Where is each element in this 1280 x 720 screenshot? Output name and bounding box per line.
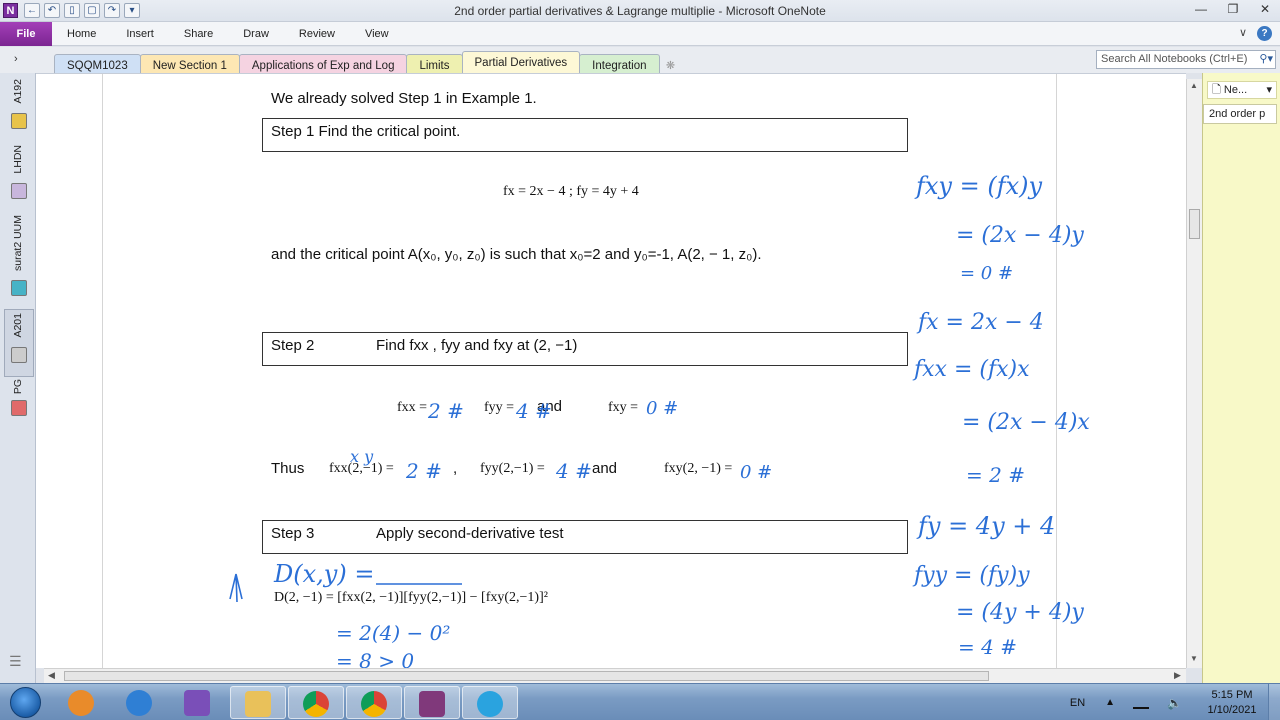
taskbar-media-player[interactable] (54, 686, 110, 719)
ink-thus-2: 2 # (405, 459, 442, 483)
close-icon[interactable]: ✕ (1258, 2, 1272, 16)
tab-view[interactable]: View (350, 22, 404, 46)
show-hidden-icons-icon[interactable]: ▲ (1105, 697, 1115, 708)
section-tab-bar: › SQQM1023 New Section 1 Applications of… (0, 47, 1280, 76)
taskbar-chrome[interactable] (288, 686, 344, 719)
horizontal-scroll-thumb[interactable] (64, 671, 989, 681)
notebook-label-a201[interactable]: A201 (12, 313, 26, 338)
ink-val-2: 2 # (427, 399, 464, 423)
ink-xy-note: x y (350, 447, 374, 466)
page-item[interactable]: 2nd order p (1203, 104, 1277, 124)
ink-calc-1: = 2(4) − 0² (336, 621, 450, 645)
clock[interactable]: 5:15 PM 1/10/2021 (1196, 688, 1268, 718)
show-desktop-button[interactable] (1268, 684, 1280, 720)
ink-val-4: 4 # (515, 399, 552, 423)
tab-draw[interactable]: Draw (228, 22, 284, 46)
scroll-up-icon[interactable]: ▲ (1190, 81, 1198, 90)
visual-studio-icon (184, 690, 210, 716)
ink-thus-0: 0 # (740, 462, 772, 483)
ink-fxx-1: fxx = (fx)x (912, 357, 1030, 382)
taskbar-visual-studio[interactable] (170, 686, 226, 719)
notebook-icon-pg[interactable] (11, 400, 27, 416)
search-icon[interactable]: ⚲▾ (1259, 51, 1273, 68)
restore-icon[interactable]: ❐ (1226, 2, 1240, 16)
page-icon: 🗋 (1212, 84, 1221, 96)
system-tray: EN ▲ 🔈 5:15 PM 1/10/2021 (1070, 684, 1280, 720)
pages-pane: 🗋 Ne... ▾ 2nd order p (1202, 73, 1280, 683)
internet-explorer-icon (126, 690, 152, 716)
notebook-label-a192[interactable]: A192 (12, 79, 26, 104)
file-tab[interactable]: File (0, 22, 52, 46)
new-page-dropdown-icon[interactable]: ▾ (1266, 82, 1272, 98)
start-button[interactable] (4, 685, 48, 720)
ink-thus-4: 4 # (555, 459, 592, 483)
ink-fxx-2: = (2x − 4)x (962, 410, 1090, 435)
windows-logo-icon (10, 687, 41, 718)
taskbar-telegram[interactable] (462, 686, 518, 719)
title-bar: N ← ↶ ▯ ▢ ↷ ▾ 2nd order partial derivati… (0, 0, 1280, 22)
notebook-label-lhdn[interactable]: LHDN (12, 145, 26, 174)
ink-fx: fx = 2x − 4 (916, 310, 1044, 335)
ink-dxy: D(x,y) = (273, 560, 374, 588)
scroll-right-icon[interactable]: ▶ (1174, 670, 1181, 681)
volume-icon[interactable]: 🔈 (1167, 696, 1182, 710)
tab-home[interactable]: Home (52, 22, 111, 46)
chrome-icon (303, 691, 329, 717)
window-title: 2nd order partial derivatives & Lagrange… (454, 4, 826, 18)
ink-arrow-up (229, 573, 243, 603)
horizontal-scrollbar[interactable]: ◀ ▶ (44, 668, 1186, 683)
search-input[interactable]: Search All Notebooks (Ctrl+E) ⚲▾ (1096, 50, 1276, 69)
ink-fyy-3: = 4 # (958, 635, 1017, 659)
scroll-down-icon[interactable]: ▼ (1190, 654, 1198, 663)
ink-fyy-2: = (4y + 4)y (956, 600, 1084, 625)
notebook-pane: A192 LHDN surat2 UUM A201 PG ☰ (0, 73, 36, 683)
ink-fxy-3: = 0 # (960, 263, 1013, 284)
page-canvas[interactable]: We already solved Step 1 in Example 1. S… (36, 73, 1186, 668)
ink-fxx-3: = 2 # (966, 463, 1025, 487)
expand-navigation-icon[interactable]: › (14, 53, 18, 65)
ink-fxy-1: fxy = (fx)y (914, 172, 1042, 200)
scroll-left-icon[interactable]: ◀ (48, 670, 55, 681)
taskbar-internet-explorer[interactable] (112, 686, 168, 719)
tab-review[interactable]: Review (284, 22, 350, 46)
ink-fy: fy = 4y + 4 (916, 512, 1055, 540)
vertical-scroll-thumb[interactable] (1189, 209, 1200, 239)
ribbon: File Home Insert Share Draw Review View … (0, 22, 1280, 46)
notebook-label-surat2[interactable]: surat2 UUM (12, 215, 26, 271)
taskbar-file-explorer[interactable] (230, 686, 286, 719)
chrome-profile-icon (361, 691, 387, 717)
notebook-icon-a201[interactable] (11, 347, 27, 363)
minimize-icon[interactable]: — (1194, 2, 1208, 16)
unfiled-notes-icon[interactable]: ☰ (9, 653, 22, 670)
vertical-scrollbar[interactable]: ▲ ▼ (1186, 79, 1202, 668)
taskbar-chrome-profile[interactable] (346, 686, 402, 719)
onenote-icon (419, 691, 445, 717)
notebook-icon-surat2[interactable] (11, 280, 27, 296)
ink-val-0: 0 # (646, 398, 678, 419)
ink-layer: fxy = (fx)y = (2x − 4)y = 0 # fx = 2x − … (229, 172, 1090, 668)
ink-calc-2: = 8 > 0 (336, 649, 414, 668)
taskbar: EN ▲ 🔈 5:15 PM 1/10/2021 (0, 683, 1280, 720)
ink-fyy-1: fyy = (fy)y (912, 563, 1030, 588)
taskbar-onenote[interactable] (404, 686, 460, 719)
new-page-button[interactable]: 🗋 Ne... ▾ (1207, 81, 1277, 99)
notebook-icon-a192[interactable] (11, 113, 27, 129)
ribbon-expand-icon[interactable]: ∨ (1239, 26, 1247, 41)
tab-share[interactable]: Share (169, 22, 228, 46)
clock-time: 5:15 PM (1211, 688, 1253, 701)
ink-fxy-2: = (2x − 4)y (956, 223, 1084, 248)
clock-date: 1/10/2021 (1207, 703, 1257, 716)
folder-icon (245, 691, 271, 717)
tab-insert[interactable]: Insert (111, 22, 169, 46)
telegram-icon (477, 691, 503, 717)
network-icon[interactable] (1133, 697, 1150, 709)
notebook-label-pg[interactable]: PG (12, 379, 26, 394)
notebook-icon-lhdn[interactable] (11, 183, 27, 199)
language-indicator[interactable]: EN (1070, 697, 1085, 709)
help-icon[interactable]: ? (1257, 26, 1272, 41)
media-player-icon (68, 690, 94, 716)
